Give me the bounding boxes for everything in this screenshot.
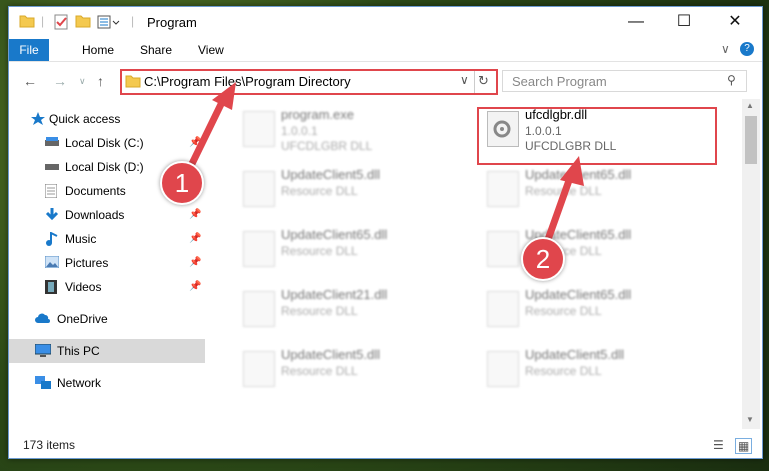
arrow-2-head <box>560 156 584 186</box>
arrow-1-head <box>212 82 236 110</box>
step-1-badge: 1 <box>160 161 204 205</box>
arrow-1 <box>184 94 229 174</box>
step-2-badge: 2 <box>521 237 565 281</box>
arrow-2 <box>541 170 576 250</box>
annotation-arrows <box>184 82 584 250</box>
